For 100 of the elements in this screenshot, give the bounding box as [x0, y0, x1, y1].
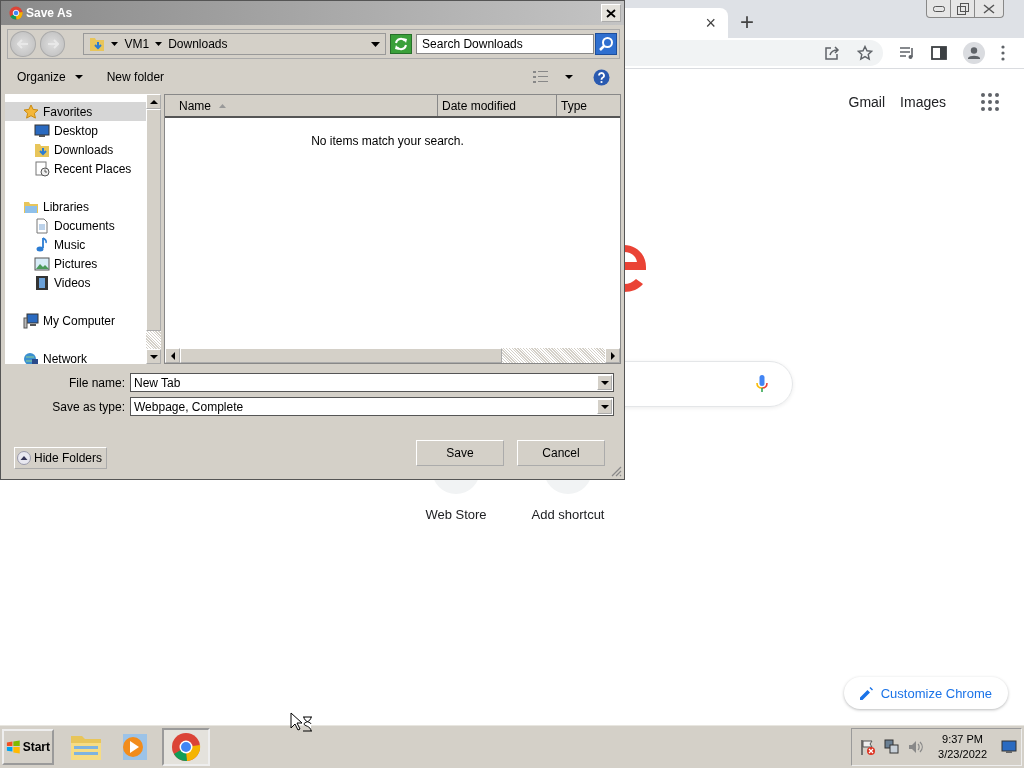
dialog-button[interactable]: Save — [416, 440, 504, 466]
up-arrow-icon — [149, 99, 158, 104]
nav-item[interactable]: Network — [5, 349, 146, 364]
resize-grip-icon[interactable] — [611, 466, 622, 477]
flag-icon[interactable] — [860, 738, 877, 755]
caret-icon — [600, 404, 609, 409]
browser-icon — [171, 731, 201, 762]
computer-icon — [23, 312, 39, 329]
documents-icon — [34, 217, 50, 234]
dropdown-button[interactable] — [597, 399, 612, 414]
caret-icon — [74, 75, 83, 79]
sort-arrow-icon — [219, 103, 226, 108]
music-icon — [34, 236, 50, 253]
tab-close-button[interactable]: × — [705, 12, 716, 34]
search-icon — [598, 36, 615, 52]
chevron-up-icon — [17, 451, 31, 465]
left-arrow-icon — [170, 351, 175, 360]
nav-item[interactable]: Recent Places — [5, 159, 146, 178]
nav-item[interactable]: Videos — [5, 273, 146, 292]
search-button[interactable] — [595, 33, 617, 55]
column-header[interactable]: Type — [557, 95, 620, 116]
pictures-icon — [34, 255, 50, 272]
column-header[interactable]: Date modified — [438, 95, 557, 116]
start-button[interactable]: Start — [2, 728, 54, 765]
restore-icon — [956, 2, 969, 15]
dialog-title: Save As — [26, 6, 73, 20]
share-icon[interactable] — [824, 45, 840, 61]
combo-field[interactable]: Webpage, Complete — [130, 397, 614, 416]
scroll-down-button[interactable] — [146, 349, 161, 364]
empty-message: No items match your search. — [311, 134, 464, 150]
pencil-icon — [859, 686, 873, 700]
browser-icon — [9, 6, 23, 20]
side-panel-icon[interactable] — [931, 45, 947, 61]
customize-button[interactable]: Customize Chrome — [843, 677, 1008, 709]
favorites-icon — [23, 103, 39, 120]
show-desktop-icon[interactable] — [1001, 739, 1017, 754]
command-button[interactable]: New folder — [98, 70, 173, 84]
down-arrow-icon — [149, 354, 158, 359]
column-header[interactable]: Name — [165, 95, 438, 116]
caret-icon[interactable] — [111, 42, 119, 46]
nav-item[interactable]: Downloads — [5, 140, 146, 159]
network-icon — [23, 350, 39, 364]
nav-item[interactable]: Pictures — [5, 254, 146, 273]
right-arrow-icon — [610, 351, 615, 360]
breadcrumb-item[interactable]: Downloads — [168, 37, 228, 51]
recent-icon — [34, 160, 50, 177]
avatar-icon[interactable] — [963, 42, 985, 64]
close-icon — [983, 3, 995, 14]
nav-item[interactable]: Desktop — [5, 121, 146, 140]
scroll-thumb[interactable] — [180, 348, 502, 363]
scroll-thumb[interactable] — [146, 109, 161, 331]
address-field[interactable]: VM1 Downloads — [83, 33, 387, 55]
scroll-left-button[interactable] — [165, 348, 180, 363]
nav-item[interactable]: Favorites — [5, 102, 146, 121]
field-label: Save as type: — [51, 399, 125, 414]
clock-time: 9:37 PM — [942, 731, 983, 747]
media-icon[interactable] — [899, 45, 915, 61]
refresh-icon — [393, 37, 410, 51]
scroll-right-button[interactable] — [605, 348, 620, 363]
header-link[interactable]: Images — [900, 94, 946, 110]
logo-fragment-drawing — [624, 244, 647, 292]
close-icon — [606, 8, 616, 18]
desktop-icon — [34, 122, 50, 139]
new-tab-button[interactable]: + — [740, 10, 754, 34]
downloads-icon — [34, 141, 50, 158]
browser-app-button[interactable] — [162, 727, 210, 766]
close-button[interactable] — [601, 4, 621, 22]
nav-item[interactable]: Documents — [5, 216, 146, 235]
menu-icon[interactable] — [1001, 45, 1005, 61]
search-field[interactable]: Search Downloads — [416, 34, 595, 54]
hide-folders-button[interactable]: Hide Folders — [14, 447, 108, 469]
minimize-icon — [932, 5, 945, 12]
star-icon[interactable] — [857, 45, 873, 61]
forward-arrow-icon — [46, 39, 59, 49]
header-link[interactable]: Gmail — [848, 94, 886, 110]
nav-item[interactable]: Music — [5, 235, 146, 254]
windows-flag-icon — [6, 739, 21, 754]
dialog-button[interactable]: Cancel — [517, 440, 605, 466]
caret-icon[interactable] — [565, 75, 573, 79]
videos-icon — [34, 274, 50, 291]
nav-item[interactable]: Libraries — [5, 197, 146, 216]
command-button[interactable]: Organize — [9, 70, 91, 84]
caret-icon[interactable] — [371, 41, 381, 47]
breadcrumb-item[interactable]: VM1 — [124, 37, 150, 51]
shortcut-label[interactable]: Web Store — [425, 507, 487, 522]
nav-item[interactable]: My Computer — [5, 311, 146, 330]
dropdown-button[interactable] — [597, 375, 612, 390]
caret-icon[interactable] — [155, 42, 163, 46]
help-icon[interactable] — [593, 68, 610, 86]
network-icon[interactable] — [884, 738, 901, 755]
field-label: File name: — [67, 375, 125, 390]
downloads-folder-icon — [89, 36, 106, 52]
combo-field[interactable]: New Tab — [130, 373, 614, 392]
apps-icon[interactable] — [981, 93, 999, 111]
refresh-button[interactable] — [390, 34, 413, 54]
caret-icon — [600, 380, 609, 385]
microphone-icon[interactable] — [756, 375, 768, 393]
scroll-up-button[interactable] — [146, 94, 161, 109]
shortcut-label[interactable]: Add shortcut — [531, 507, 605, 522]
back-arrow-icon — [16, 39, 29, 49]
